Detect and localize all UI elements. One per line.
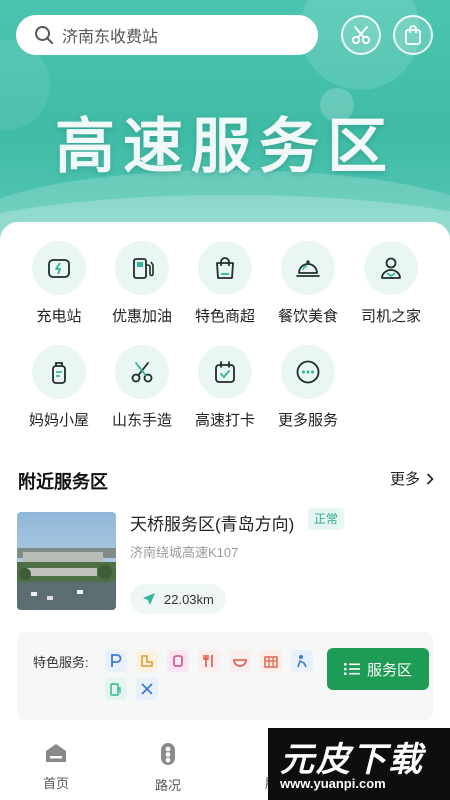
service-label: 特色商超 <box>194 308 255 325</box>
fuel-pump-icon <box>133 258 154 279</box>
tab-traffic[interactable]: 路况 <box>128 742 208 794</box>
chevron-right-icon <box>426 472 434 485</box>
bowl-icon <box>229 650 251 672</box>
service-label: 充电站 <box>36 308 82 325</box>
more-link[interactable]: 更多 <box>390 468 434 489</box>
list-icon <box>343 663 360 675</box>
road-location: 济南绕城高速K107 <box>130 545 239 560</box>
tab-label: 路况 <box>154 778 181 793</box>
service-area-photo[interactable] <box>17 512 116 610</box>
repair-icon <box>136 678 158 700</box>
parking-icon <box>105 650 127 672</box>
nearby-section-title: 附近服务区 <box>18 472 108 492</box>
shopping-bag-icon <box>216 257 234 279</box>
traffic-light-icon <box>161 743 175 765</box>
shopping-bag-button[interactable] <box>393 15 433 55</box>
watermark-text: 元皮下载 <box>280 741 424 779</box>
service-charging-station[interactable]: 充电站 <box>18 241 100 326</box>
service-highway-checkin[interactable]: 高速打卡 <box>184 345 266 430</box>
featured-services-label: 特色服务: <box>33 655 89 670</box>
search-bar[interactable]: 济南东收费站 <box>16 15 318 55</box>
food-cloche-icon <box>296 260 320 277</box>
cup-icon <box>167 650 189 672</box>
search-input[interactable]: 济南东收费站 <box>62 23 158 47</box>
driver-person-icon <box>381 257 401 279</box>
mother-baby-icon <box>291 650 313 672</box>
charging-station-icon <box>48 259 70 278</box>
shop-icon <box>260 650 282 672</box>
service-fuel-discount[interactable]: 优惠加油 <box>101 241 183 326</box>
service-driver-home[interactable]: 司机之家 <box>350 241 432 326</box>
watermark-logo: 元皮下载 www.yuanpi.com <box>268 728 450 800</box>
home-icon <box>46 744 66 762</box>
navigation-arrow-icon <box>143 593 155 605</box>
service-label: 优惠加油 <box>111 308 172 325</box>
service-dining[interactable]: 餐饮美食 <box>267 241 349 326</box>
service-area-button[interactable]: 服务区 <box>327 648 429 690</box>
distance-chip[interactable]: 22.03km <box>130 584 226 614</box>
shopping-bag-icon <box>405 25 421 45</box>
service-label: 高速打卡 <box>194 412 255 429</box>
tab-label: 首页 <box>42 776 69 791</box>
scissors-button[interactable] <box>341 15 381 55</box>
scissors-icon <box>351 26 371 45</box>
more-label: 更多 <box>389 471 420 488</box>
service-label: 更多服务 <box>277 412 338 429</box>
service-label: 司机之家 <box>360 308 421 325</box>
service-label: 餐饮美食 <box>277 308 338 325</box>
tab-home[interactable]: 首页 <box>16 742 96 792</box>
watermark-url: www.yuanpi.com <box>280 776 386 791</box>
status-badge: 正常 <box>308 508 345 530</box>
hero-banner: 济南东收费站 高速服务区 <box>0 0 450 240</box>
service-area-name[interactable]: 天桥服务区(青岛方向) <box>130 510 294 535</box>
distance-value: 22.03km <box>164 591 214 607</box>
featured-services-panel: 特色服务: 服务区 <box>17 632 433 720</box>
baby-bottle-icon <box>52 362 66 384</box>
restroom-icon <box>136 650 158 672</box>
service-specialty-store[interactable]: 特色商超 <box>184 241 266 326</box>
fuel-icon <box>105 678 127 700</box>
service-label: 妈妈小屋 <box>28 412 89 429</box>
service-area-button-label: 服务区 <box>366 661 412 679</box>
service-shandong-handmade[interactable]: 山东手造 <box>101 345 183 430</box>
search-icon <box>35 26 53 44</box>
more-dots-icon <box>296 360 320 384</box>
scissors-icon <box>131 362 153 383</box>
page-title: 高速服务区 <box>55 113 395 180</box>
dining-icon <box>198 650 220 672</box>
service-mother-room[interactable]: 妈妈小屋 <box>18 345 100 430</box>
service-more[interactable]: 更多服务 <box>267 345 349 430</box>
calendar-check-icon <box>215 361 235 383</box>
service-label: 山东手造 <box>111 412 172 429</box>
